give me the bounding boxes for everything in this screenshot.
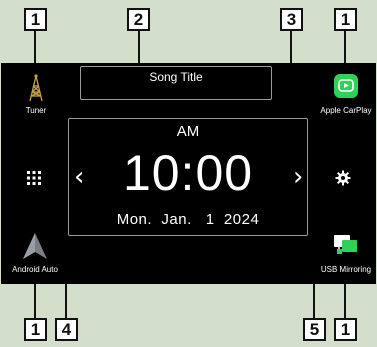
callout-tuner: 1 [24,8,47,31]
song-title: Song Title [149,70,203,84]
settings-button[interactable] [335,170,353,188]
leader-song [138,30,140,67]
callout-usb-mirroring: 1 [334,318,357,341]
callout-clock: 3 [280,8,303,31]
callout-android-auto: 1 [24,318,47,341]
usb-mirroring-label: USB Mirroring [320,265,372,274]
apple-carplay-label: Apple CarPlay [320,106,372,115]
callout-settings: 5 [303,318,326,341]
chevron-left-icon[interactable]: ‹ [74,164,84,190]
tuner-button[interactable]: Tuner [14,70,58,120]
grid-menu-icon [27,171,41,185]
usb-mirroring-icon [334,235,357,254]
chevron-right-icon[interactable]: › [293,164,303,190]
callout-apple-carplay: 1 [334,8,357,31]
android-auto-button[interactable]: Android Auto [4,228,66,278]
gear-icon [335,170,351,186]
callout-menu: 4 [55,318,78,341]
carplay-icon [334,74,358,98]
tuner-tower-icon [29,74,43,102]
clock-panel[interactable]: AM 10:00 Mon. Jan. 1 2024 [68,118,308,236]
tuner-label: Tuner [25,106,47,115]
clock-ampm: AM [176,123,200,140]
clock-time: 10:00 [122,145,254,201]
apple-carplay-button[interactable]: Apple CarPlay [318,70,374,122]
android-auto-label: Android Auto [12,265,58,274]
clock-date: Mon. Jan. 1 2024 [116,211,260,228]
usb-mirroring-button[interactable]: USB Mirroring [316,228,376,278]
menu-button[interactable] [26,170,44,188]
android-auto-icon [23,233,47,259]
callout-song-title: 2 [127,8,150,31]
song-title-box[interactable]: Song Title [80,66,272,100]
